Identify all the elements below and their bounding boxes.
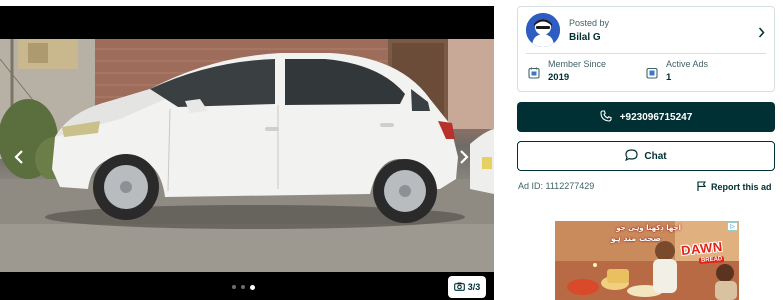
member-since-value: 2019	[548, 72, 570, 83]
chevron-left-icon	[14, 149, 24, 165]
slide-dot[interactable]	[232, 285, 236, 289]
member-since-label: Member Since	[548, 59, 607, 69]
car-photo	[0, 39, 494, 272]
chat-button-label: Chat	[644, 150, 667, 162]
report-ad-label: Report this ad	[711, 182, 772, 192]
avatar-icon	[526, 13, 560, 47]
call-seller-button[interactable]: +923096715247	[517, 102, 775, 132]
seller-card: Posted by Bilal G Member Since 2019 Acti…	[517, 6, 775, 92]
slide-dot-active[interactable]	[250, 284, 255, 290]
flag-icon	[697, 181, 707, 193]
chat-icon	[625, 148, 638, 164]
chat-button[interactable]: Chat	[517, 141, 775, 171]
phone-icon	[600, 109, 612, 125]
banner-headline-2: صحت مند ہو	[610, 234, 661, 243]
advertisement-banner[interactable]: اچھا دِکھتا وہی جو صحت مند ہو DAWN BREAD…	[555, 221, 739, 300]
ads-icon	[646, 66, 658, 84]
slide-indicator	[232, 284, 255, 290]
image-counter-text: 3/3	[467, 282, 481, 292]
calendar-icon	[528, 66, 540, 84]
report-ad-link[interactable]: Report this ad	[697, 181, 772, 193]
active-ads-value: 1	[666, 72, 672, 83]
member-since-stat: Member Since 2019	[528, 59, 646, 84]
chevron-right-icon	[758, 25, 765, 43]
seller-name: Bilal G	[569, 31, 601, 43]
call-button-label: +923096715247	[619, 111, 693, 123]
previous-image-button[interactable]	[7, 142, 31, 172]
posted-by-label: Posted by	[569, 17, 610, 28]
active-ads-stat: Active Ads 1	[646, 59, 764, 84]
banner-headline-1: اچھا دِکھتا وہی جو	[616, 224, 681, 232]
ad-id-text: Ad ID: 1112277429	[518, 181, 595, 191]
image-gallery[interactable]: 3/3	[0, 6, 494, 300]
camera-icon	[453, 282, 465, 293]
image-counter-badge: 3/3	[448, 276, 486, 298]
seller-profile-link[interactable]: Posted by Bilal G	[518, 7, 774, 53]
active-ads-label: Active Ads	[666, 59, 709, 69]
ad-choices-icon[interactable]: ▷	[727, 222, 738, 231]
seller-stats: Member Since 2019 Active Ads 1	[518, 54, 774, 89]
chevron-right-icon	[459, 149, 469, 165]
next-image-button[interactable]	[452, 142, 476, 172]
slide-dot[interactable]	[241, 285, 245, 289]
